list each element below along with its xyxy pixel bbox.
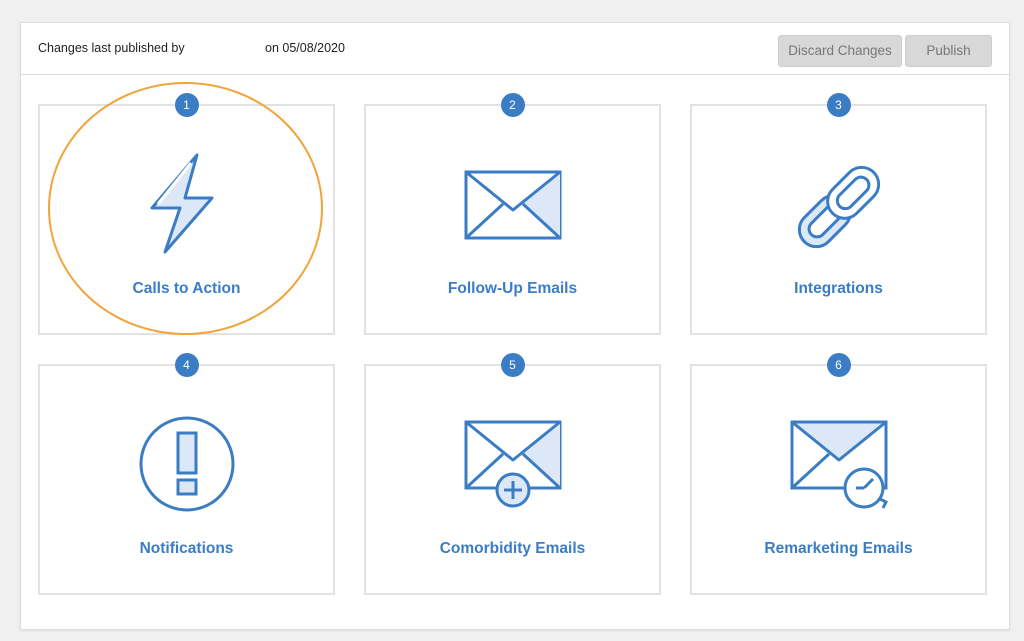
card-label: Notifications [139,540,234,557]
card-label: Integrations [794,280,883,297]
exclamation-icon [139,416,234,512]
publish-button[interactable]: Publish [905,35,992,67]
card-follow-up-emails[interactable]: 2 Follow-Up Emails [364,93,661,335]
envelope-icon [464,170,561,240]
card-label: Calls to Action [132,280,241,297]
discard-changes-button[interactable]: Discard Changes [778,35,902,67]
card-integrations[interactable]: 3 Integrations [690,93,987,335]
card-label: Remarketing Emails [764,540,913,557]
step-badge: 6 [826,353,851,377]
lightning-bolt-icon [150,153,213,254]
publish-bar: Changes last published by on 05/08/2020 … [21,23,1009,75]
step-badge: 1 [174,93,199,117]
card-notifications[interactable]: 4 Notifications [38,353,335,595]
envelope-plus-icon [464,420,561,508]
card-label: Comorbidity Emails [439,540,586,557]
published-date-text: on 05/08/2020 [265,41,345,55]
card-label: Follow-Up Emails [447,280,578,297]
step-badge: 4 [174,353,199,377]
step-badge: 5 [500,353,525,377]
card-calls-to-action[interactable]: 1 Calls to Action [38,93,335,335]
step-badge: 3 [826,93,851,117]
envelope-clock-icon [790,420,888,509]
chain-link-icon [797,165,880,249]
card-comorbidity-emails[interactable]: 5 Comorbidity Emails [364,353,661,595]
card-remarketing-emails[interactable]: 6 Remarketing Emails [690,353,987,595]
published-by-text: Changes last published by [38,41,185,55]
step-badge: 2 [500,93,525,117]
